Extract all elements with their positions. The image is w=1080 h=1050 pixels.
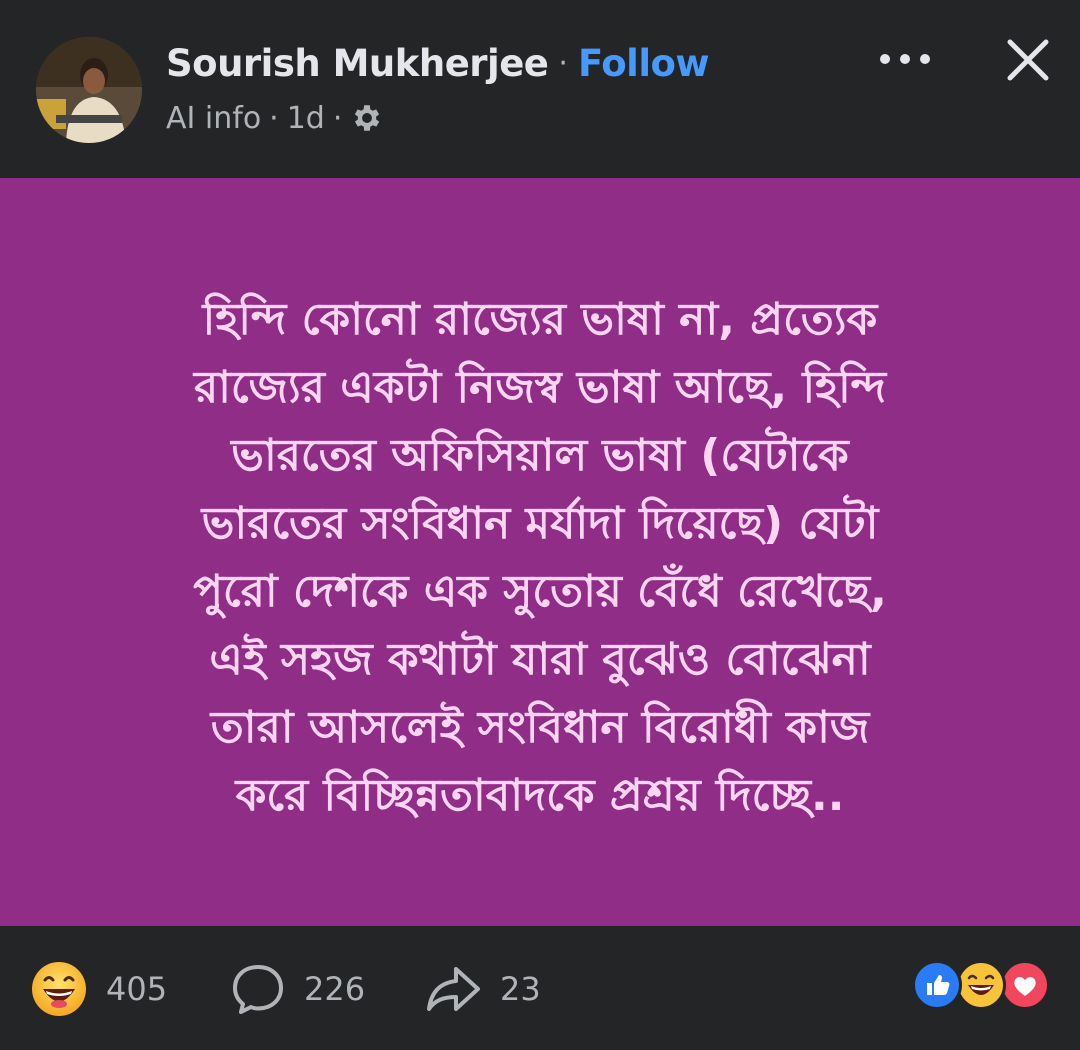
post-text-line: এই সহজ কথাটা যারা বুঝেও বোঝেনা	[209, 634, 871, 685]
post-text: হিন্দি কোনো রাজ্যের ভাষা না, প্রত্যেক রা…	[90, 286, 990, 830]
meta-separator: ·	[269, 100, 279, 136]
more-dots-icon	[880, 54, 930, 64]
avatar[interactable]	[36, 37, 142, 143]
comment-button[interactable]: 226	[230, 956, 365, 1022]
post-text-line: হিন্দি কোনো রাজ্যের ভাষা না, প্রত্যেক	[202, 294, 878, 345]
follow-button[interactable]: Follow	[578, 42, 710, 85]
post-text-line: রাজ্যের একটা নিজস্ব ভাষা আছে, হিন্দি	[193, 362, 887, 413]
post-text-line: তারা আসলেই সংবিধান বিরোধী কাজ	[210, 702, 870, 753]
share-count: 23	[500, 970, 541, 1008]
ai-info-link[interactable]: AI info	[166, 101, 261, 136]
close-icon	[1007, 39, 1049, 81]
name-separator: ·	[558, 45, 568, 81]
gear-icon[interactable]	[350, 101, 384, 135]
like-icon	[912, 960, 962, 1010]
meta-separator: ·	[332, 100, 343, 136]
love-icon	[1000, 960, 1050, 1010]
laughing-emoji-icon	[32, 962, 86, 1016]
post-text-line: ভারতের অফিসিয়াল ভাষা (যেটাকে	[231, 430, 849, 481]
post-header: Sourish Mukherjee · Follow AI info · 1d …	[0, 0, 1080, 178]
close-button[interactable]	[998, 30, 1058, 90]
post-text-line: ভারতের সংবিধান মর্যাদা দিয়েছে) যেটা	[201, 498, 879, 549]
share-arrow-icon	[427, 967, 480, 1011]
reaction-summary[interactable]	[912, 960, 1052, 1010]
post-content: হিন্দি কোনো রাজ্যের ভাষা না, প্রত্যেক রা…	[0, 178, 1080, 926]
post-text-line: করে বিচ্ছিন্নতাবাদকে প্রশ্রয় দিচ্ছে..	[235, 770, 845, 821]
author-row: Sourish Mukherjee · Follow	[166, 38, 710, 88]
reaction-count: 405	[106, 970, 168, 1008]
comment-bubble-icon	[233, 965, 283, 1014]
post-timestamp[interactable]: 1d	[287, 101, 325, 136]
post-meta: AI info · 1d ·	[166, 96, 384, 140]
share-button[interactable]: 23	[424, 956, 541, 1022]
haha-icon	[956, 960, 1006, 1010]
comment-count: 226	[304, 970, 366, 1008]
post-text-line: পুরো দেশকে এক সুতোয় বেঁধে রেখেছে,	[193, 566, 887, 617]
react-button[interactable]: 405	[30, 956, 167, 1022]
more-options-button[interactable]	[872, 34, 938, 84]
post-viewer: Sourish Mukherjee · Follow AI info · 1d …	[0, 0, 1080, 1050]
author-name[interactable]: Sourish Mukherjee	[166, 42, 549, 85]
